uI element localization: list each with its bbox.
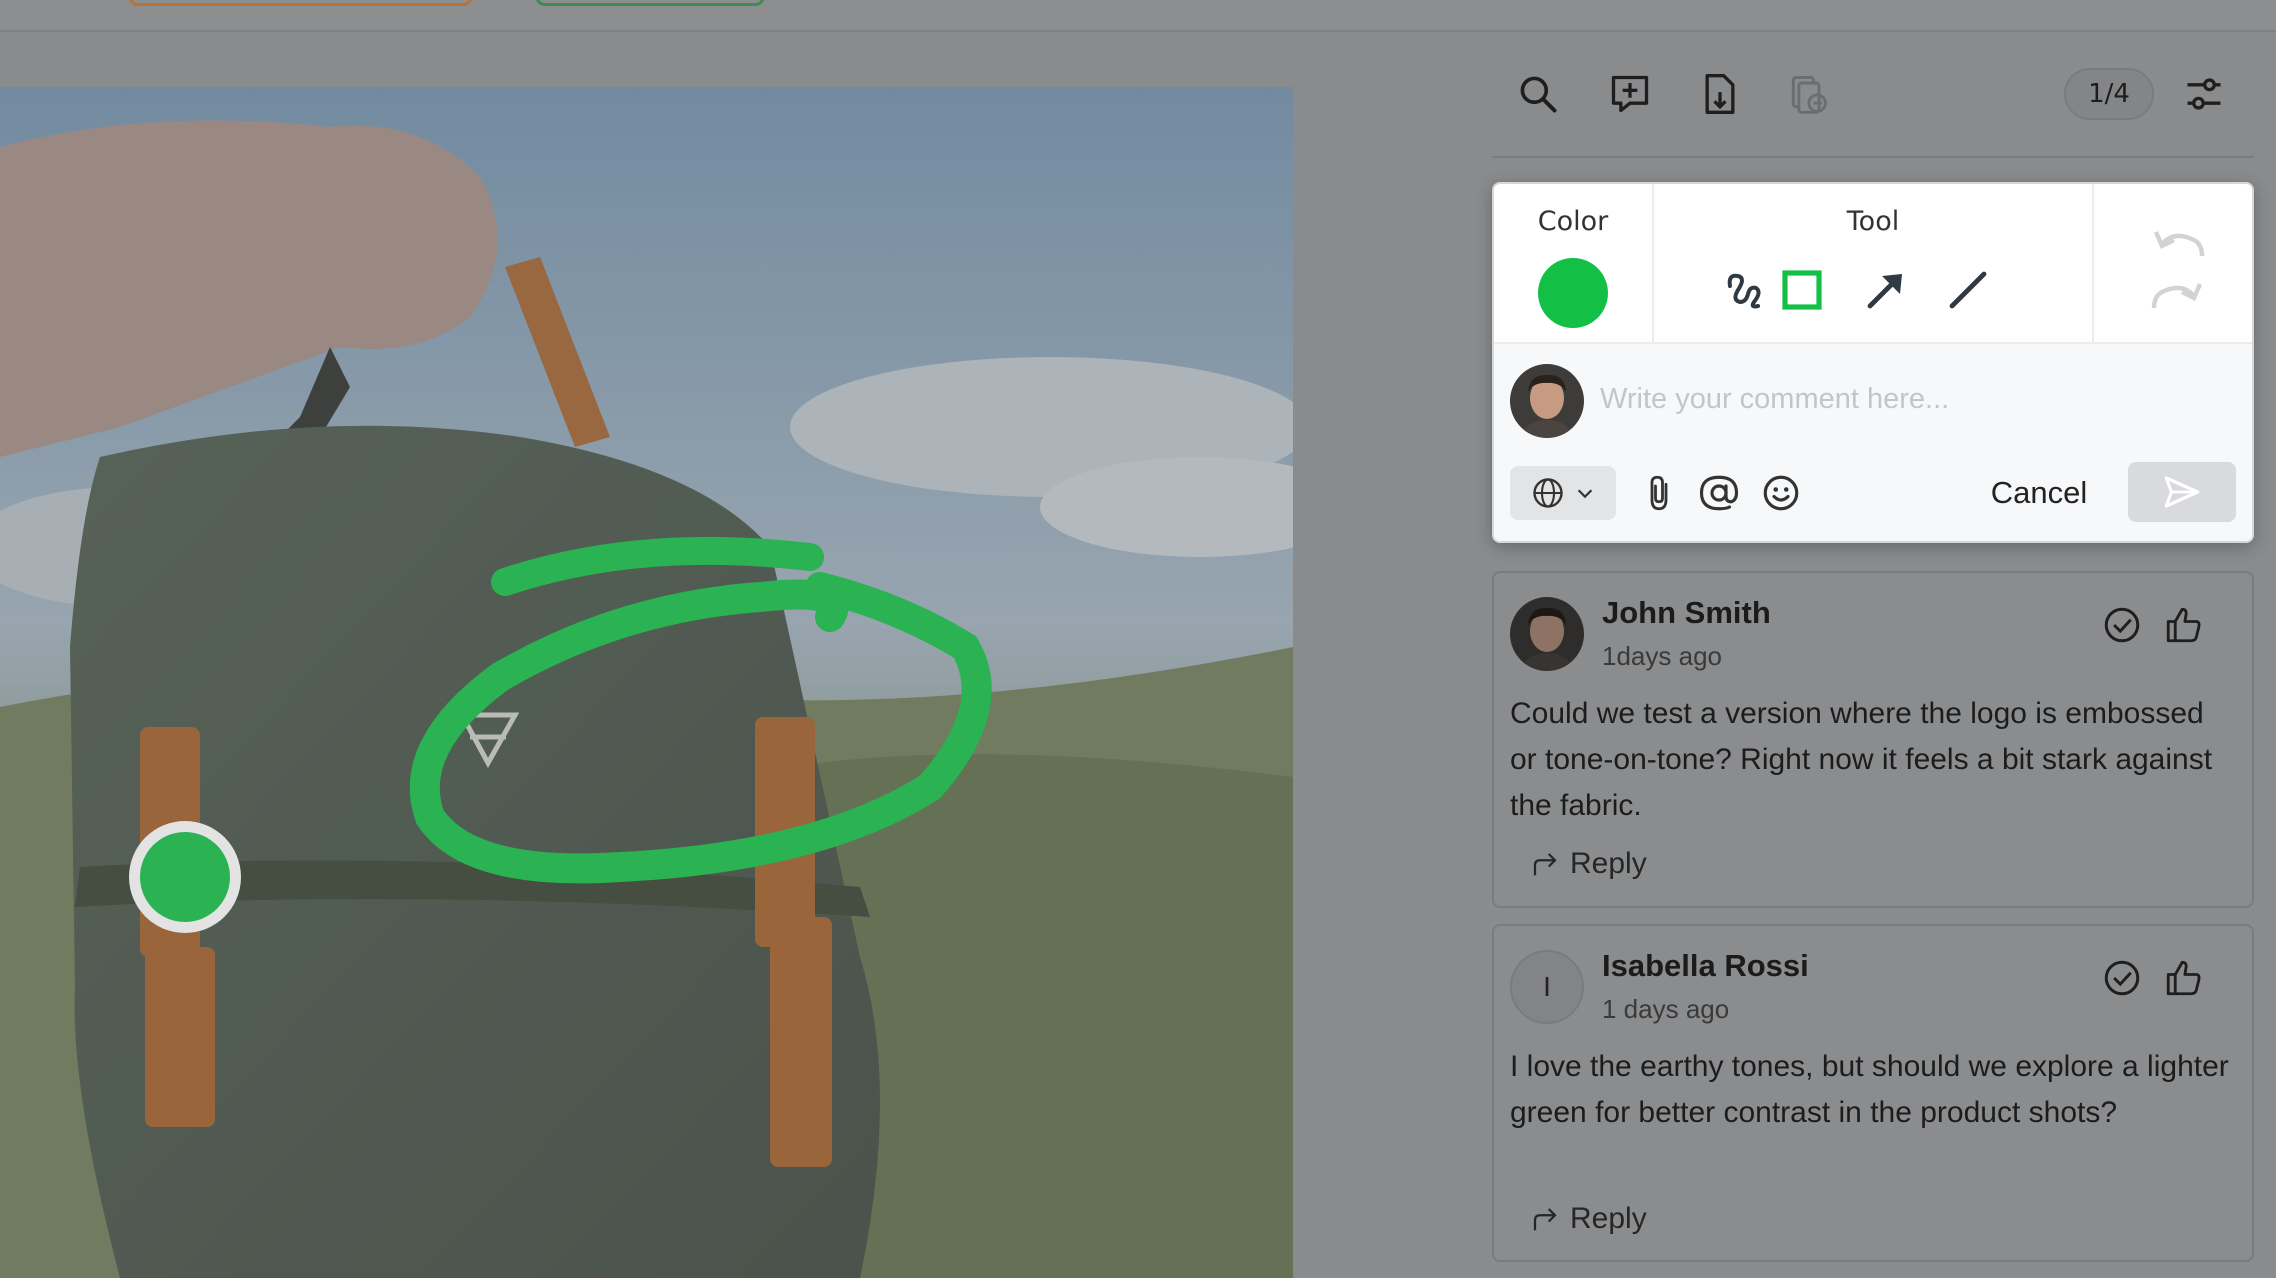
history-section (2094, 184, 2252, 344)
comment-author: Isabella Rossi (1602, 948, 1809, 983)
tool-label: Tool (1846, 206, 1900, 237)
reply-icon (1533, 1208, 1557, 1231)
annotation-tools-row: Color Tool (1494, 184, 2252, 344)
current-user-avatar (1510, 364, 1584, 438)
like-icon[interactable] (2160, 601, 2208, 649)
tool-section: Tool (1654, 184, 2094, 344)
color-picker[interactable] (1538, 258, 1608, 328)
mention-icon[interactable] (1694, 468, 1744, 518)
comments-toolbar: 1/4 (1492, 40, 2254, 158)
rectangle-icon[interactable] (1774, 262, 1830, 318)
reply-button[interactable]: Reply (1530, 847, 1647, 881)
reply-label: Reply (1570, 847, 1647, 880)
backpack-photo (0, 87, 1293, 1278)
resolve-check-icon[interactable] (2098, 601, 2146, 649)
comment-input-area: Cancel (1494, 344, 2252, 541)
comment-composer: Color Tool Write your comment here... Ca… (1492, 182, 2254, 543)
avatar (1510, 597, 1584, 671)
color-section: Color (1494, 184, 1654, 344)
send-icon (2164, 476, 2200, 508)
compare-versions-icon (1784, 70, 1832, 118)
reply-button[interactable]: Reply (1530, 1202, 1647, 1236)
visibility-dropdown[interactable] (1510, 466, 1616, 520)
comment-body: I love the earthy tones, but should we e… (1510, 1050, 2229, 1129)
chevron-down-icon (1577, 489, 1593, 499)
avatar: I (1510, 950, 1584, 1024)
resolve-check-icon[interactable] (2098, 954, 2146, 1002)
redo-icon (2151, 283, 2203, 309)
send-button[interactable] (2128, 462, 2236, 522)
filter-settings-icon[interactable] (2180, 70, 2228, 118)
top-tab-orange[interactable] (128, 0, 473, 6)
freehand-icon[interactable] (1716, 262, 1772, 318)
comment-timestamp: 1days ago (1602, 641, 1722, 671)
globe-icon (1533, 478, 1563, 508)
comment-input[interactable] (1600, 374, 2220, 424)
emoji-icon[interactable] (1756, 468, 1806, 518)
top-bar (0, 0, 2276, 32)
line-icon[interactable] (1940, 262, 1996, 318)
comment-card: John Smith 1days ago Could we test a ver… (1492, 571, 2254, 908)
search-icon[interactable] (1514, 70, 1562, 118)
attachment-icon[interactable] (1634, 468, 1684, 518)
page-counter[interactable]: 1/4 (2064, 68, 2154, 120)
comment-timestamp: 1 days ago (1602, 994, 1730, 1024)
comment-author: John Smith (1602, 595, 1771, 630)
cancel-button[interactable]: Cancel (1964, 466, 2114, 520)
arrow-icon[interactable] (1858, 262, 1914, 318)
reply-icon (1533, 853, 1557, 876)
top-tab-green[interactable] (535, 0, 765, 6)
comment-card: I Isabella Rossi 1 days ago I love the e… (1492, 924, 2254, 1262)
undo-icon (2153, 231, 2205, 257)
color-label: Color (1537, 206, 1609, 237)
add-comment-icon[interactable] (1606, 70, 1654, 118)
image-canvas[interactable] (0, 87, 1293, 1278)
download-file-icon[interactable] (1696, 70, 1744, 118)
like-icon[interactable] (2160, 954, 2208, 1002)
reply-label: Reply (1570, 1202, 1647, 1235)
comment-body: Could we test a version where the logo i… (1510, 697, 2213, 822)
